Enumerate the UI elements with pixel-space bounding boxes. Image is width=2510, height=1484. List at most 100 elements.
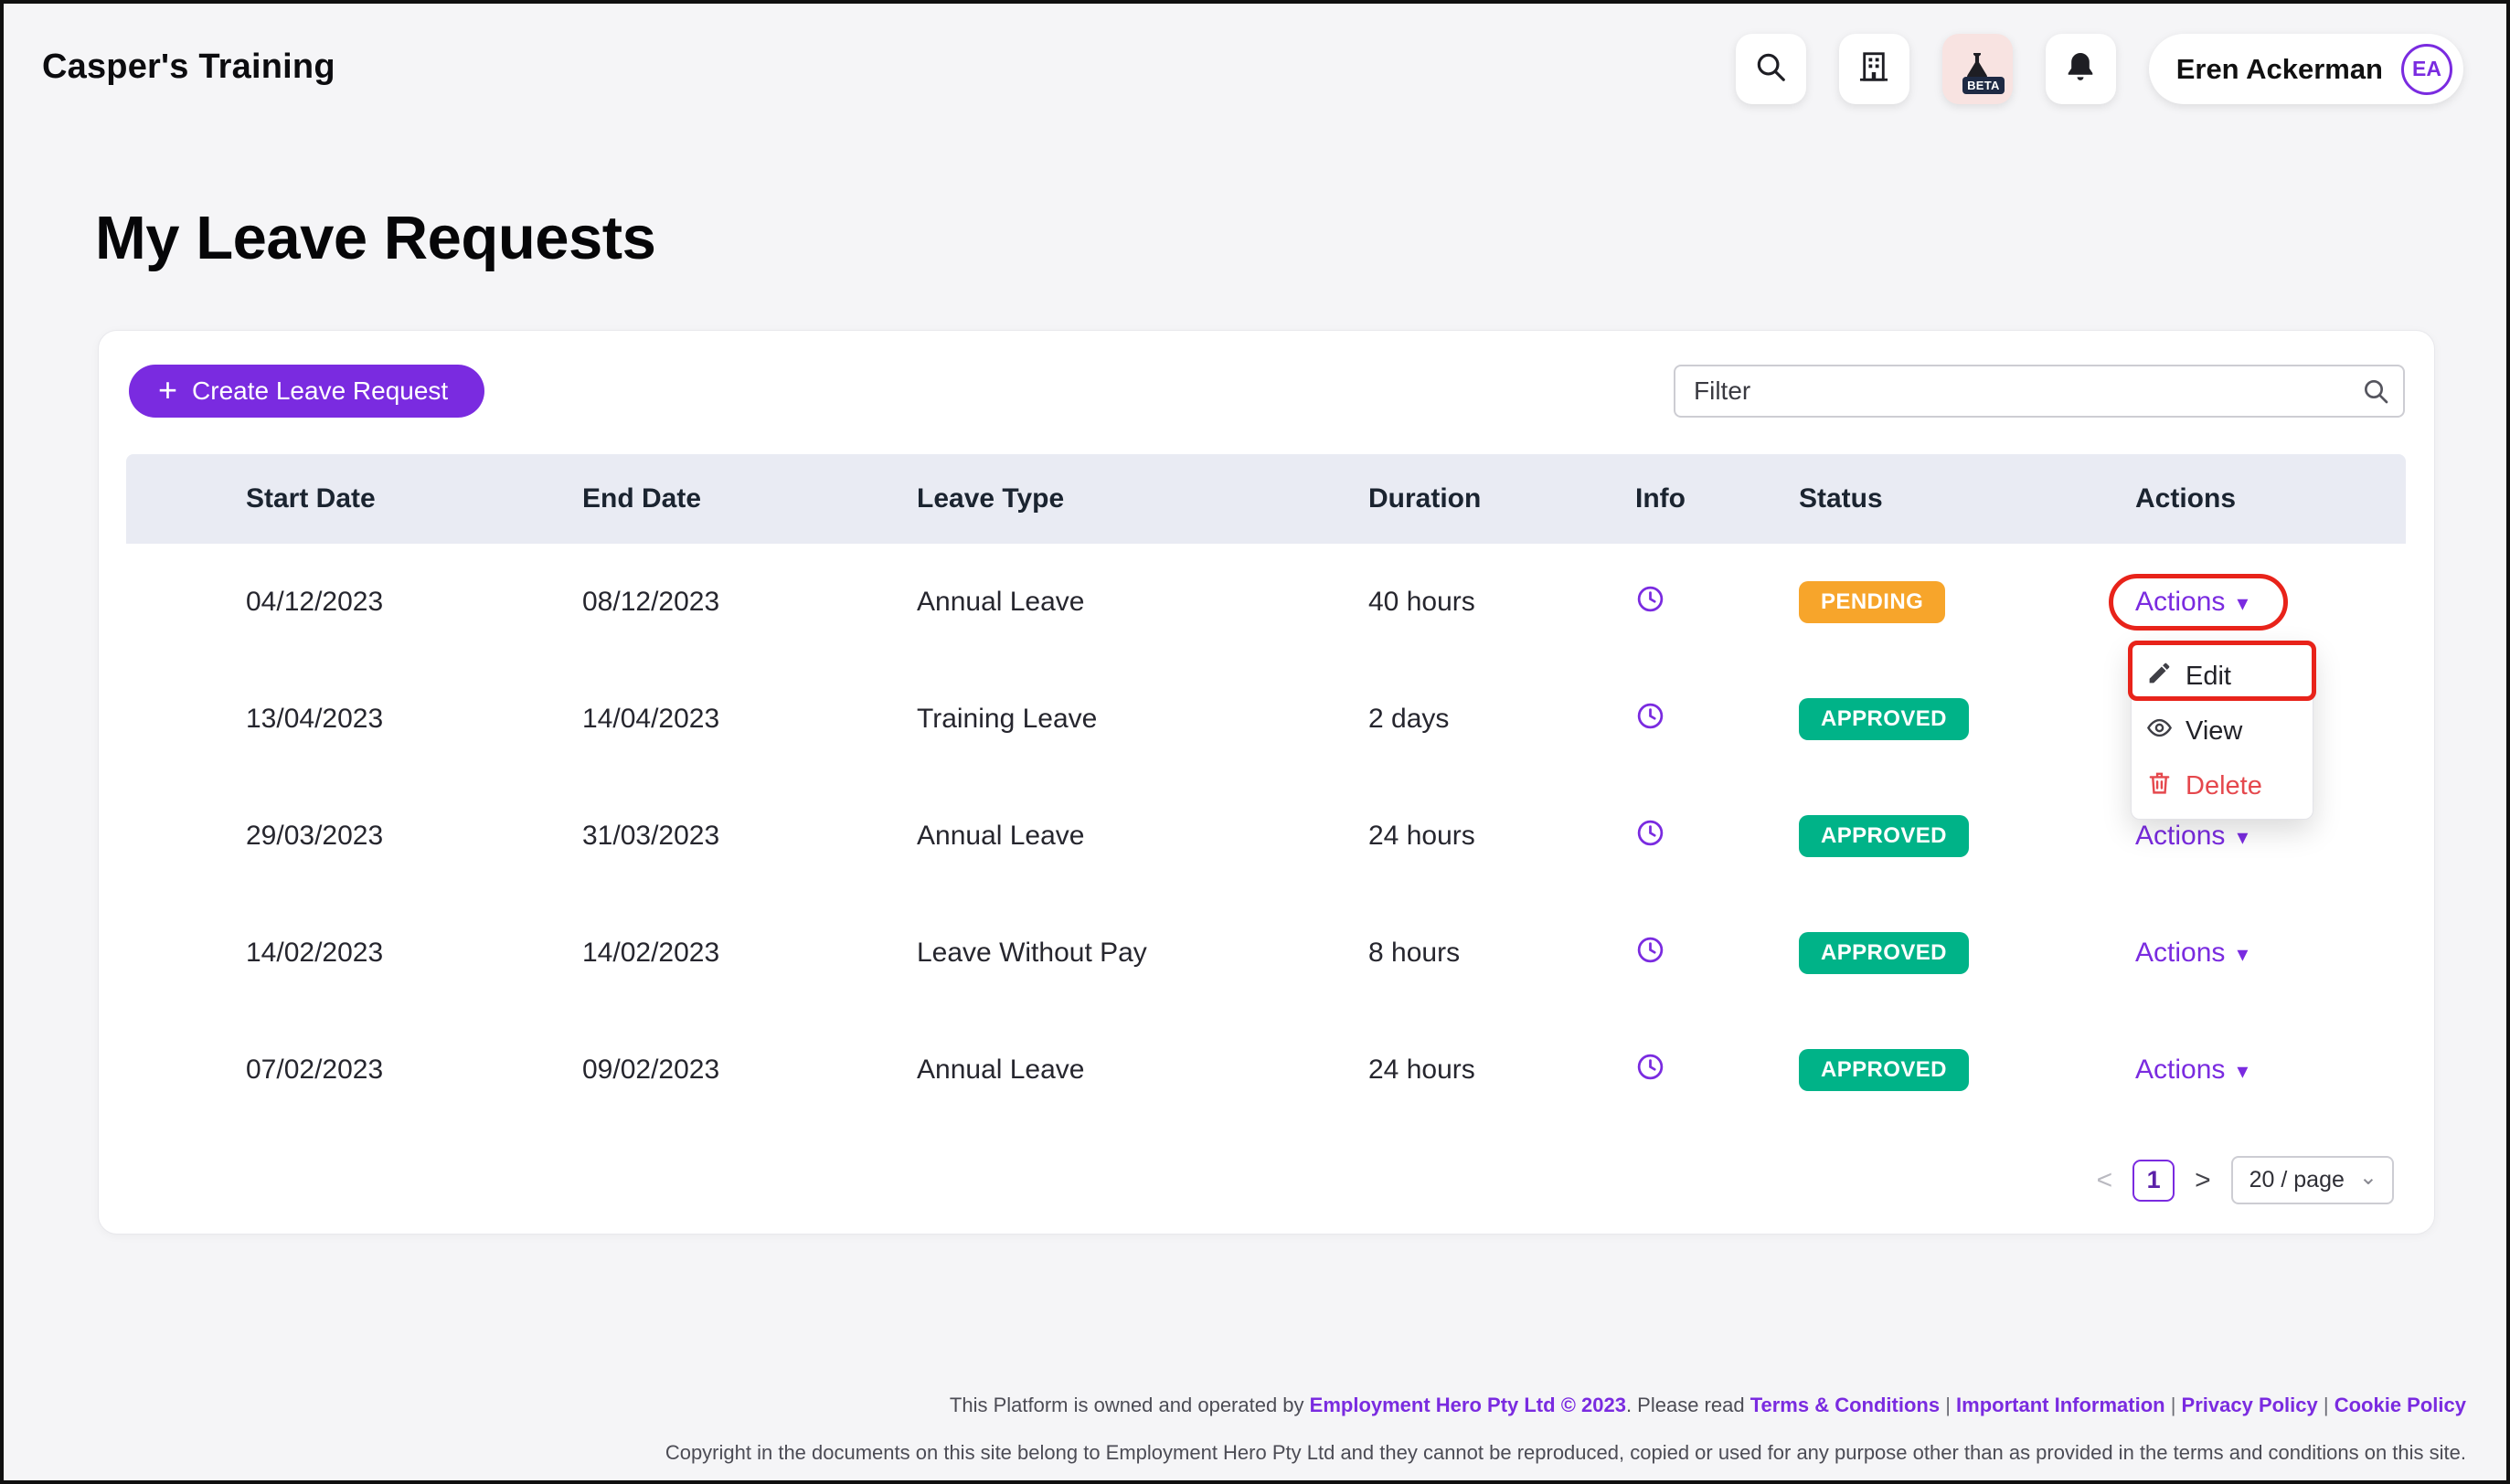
actions-label: Actions bbox=[2135, 587, 2225, 618]
cell-actions: Actions ▾ bbox=[2135, 587, 2406, 618]
table-row: 29/03/2023 31/03/2023 Annual Leave 24 ho… bbox=[126, 778, 2406, 895]
clock-info-icon[interactable] bbox=[1635, 818, 1665, 848]
cell-leave-type: Training Leave bbox=[917, 704, 1368, 735]
actions-label: Actions bbox=[2135, 821, 2225, 852]
footer-separator: | bbox=[2165, 1394, 2182, 1416]
chevron-down-icon: ▾ bbox=[2237, 944, 2248, 966]
pagination-next[interactable]: > bbox=[2195, 1165, 2211, 1196]
menu-item-view[interactable]: View bbox=[2132, 704, 2313, 758]
cell-end-date: 31/03/2023 bbox=[582, 821, 917, 852]
clock-info-icon[interactable] bbox=[1635, 935, 1665, 965]
menu-item-delete[interactable]: Delete bbox=[2132, 758, 2313, 813]
cell-leave-type: Annual Leave bbox=[917, 821, 1368, 852]
table-row: 07/02/2023 09/02/2023 Annual Leave 24 ho… bbox=[126, 1012, 2406, 1129]
status-badge: APPROVED bbox=[1799, 698, 1969, 740]
actions-dropdown-trigger[interactable]: Actions ▾ bbox=[2135, 1055, 2248, 1086]
company-button[interactable] bbox=[1839, 34, 1909, 104]
cell-end-date: 14/04/2023 bbox=[582, 704, 917, 735]
pagination: < 1 > 20 / page ⌄ bbox=[2097, 1156, 2394, 1204]
actions-dropdown-trigger[interactable]: Actions▾ bbox=[2135, 821, 2248, 852]
cell-status: APPROVED bbox=[1799, 1049, 2135, 1091]
cell-info bbox=[1635, 818, 1799, 855]
page: Casper's Training bbox=[0, 0, 2510, 1484]
user-menu[interactable]: Eren Ackerman EA bbox=[2149, 34, 2463, 104]
employment-hero-link[interactable]: Employment Hero Pty Ltd © 2023 bbox=[1310, 1394, 1626, 1416]
table-row: 04/12/2023 08/12/2023 Annual Leave 40 ho… bbox=[126, 544, 2406, 661]
cell-start-date: 04/12/2023 bbox=[246, 587, 582, 618]
cell-start-date: 13/04/2023 bbox=[246, 704, 582, 735]
cell-actions: Actions▾ bbox=[2135, 821, 2406, 852]
filter-wrap bbox=[1674, 365, 2405, 418]
cell-status: PENDING bbox=[1799, 581, 2135, 623]
page-title: My Leave Requests bbox=[95, 203, 655, 273]
status-badge: APPROVED bbox=[1799, 815, 1969, 857]
cell-duration: 2 days bbox=[1368, 704, 1635, 735]
cell-duration: 8 hours bbox=[1368, 938, 1635, 969]
search-button[interactable] bbox=[1736, 34, 1806, 104]
privacy-policy-link[interactable]: Privacy Policy bbox=[2182, 1394, 2318, 1416]
table-body: 04/12/2023 08/12/2023 Annual Leave 40 ho… bbox=[126, 544, 2406, 1129]
create-leave-request-button[interactable]: + Create Leave Request bbox=[129, 365, 484, 418]
cell-info bbox=[1635, 935, 1799, 972]
cell-actions: Actions ▾ bbox=[2135, 1055, 2406, 1086]
actions-dropdown-trigger[interactable]: Actions ▾ bbox=[2135, 587, 2248, 618]
important-information-link[interactable]: Important Information bbox=[1956, 1394, 2165, 1416]
cell-info bbox=[1635, 584, 1799, 621]
status-badge: APPROVED bbox=[1799, 1049, 1969, 1091]
cell-leave-type: Leave Without Pay bbox=[917, 938, 1368, 969]
footer: This Platform is owned and operated by E… bbox=[665, 1382, 2466, 1477]
building-icon bbox=[1856, 49, 1891, 89]
footer-text: This Platform is owned and operated by bbox=[950, 1394, 1310, 1416]
cell-status: APPROVED bbox=[1799, 932, 2135, 974]
avatar: EA bbox=[2401, 44, 2452, 95]
pagination-page-1[interactable]: 1 bbox=[2132, 1160, 2175, 1202]
menu-item-label: View bbox=[2186, 716, 2242, 747]
actions-dropdown-trigger[interactable]: Actions▾ bbox=[2135, 938, 2248, 969]
search-icon bbox=[2361, 376, 2390, 410]
actions-label: Actions bbox=[2135, 1055, 2225, 1086]
menu-item-edit[interactable]: Edit bbox=[2132, 649, 2313, 704]
column-header-start-date: Start Date bbox=[246, 483, 582, 514]
cell-info bbox=[1635, 701, 1799, 738]
app-title: Casper's Training bbox=[42, 48, 335, 87]
terms-conditions-link[interactable]: Terms & Conditions bbox=[1750, 1394, 1940, 1416]
footer-line-1: This Platform is owned and operated by E… bbox=[665, 1382, 2466, 1429]
cell-status: APPROVED bbox=[1799, 815, 2135, 857]
column-header-status: Status bbox=[1799, 483, 2135, 514]
beta-feature-button[interactable]: BETA bbox=[1942, 34, 2013, 104]
clock-info-icon[interactable] bbox=[1635, 701, 1665, 731]
chevron-down-icon: ⌄ bbox=[2359, 1164, 2377, 1191]
cell-end-date: 08/12/2023 bbox=[582, 587, 917, 618]
pagination-prev[interactable]: < bbox=[2097, 1165, 2113, 1196]
column-header-info: Info bbox=[1635, 483, 1799, 514]
beta-badge: BETA bbox=[1962, 77, 2005, 94]
trash-icon bbox=[2146, 769, 2173, 803]
cell-info bbox=[1635, 1052, 1799, 1089]
cookie-policy-link[interactable]: Cookie Policy bbox=[2335, 1394, 2466, 1416]
status-badge: APPROVED bbox=[1799, 932, 1969, 974]
chevron-down-icon: ▾ bbox=[2237, 593, 2248, 615]
cell-status: APPROVED bbox=[1799, 698, 2135, 740]
table-row: 13/04/2023 14/04/2023 Training Leave 2 d… bbox=[126, 661, 2406, 778]
cell-actions: Actions▾ bbox=[2135, 938, 2406, 969]
cell-start-date: 07/02/2023 bbox=[246, 1055, 582, 1086]
chevron-down-icon: ▾ bbox=[2237, 1061, 2248, 1083]
cell-leave-type: Annual Leave bbox=[917, 1055, 1368, 1086]
filter-input[interactable] bbox=[1674, 365, 2405, 418]
column-header-end-date: End Date bbox=[582, 483, 917, 514]
clock-info-icon[interactable] bbox=[1635, 584, 1665, 614]
cell-duration: 24 hours bbox=[1368, 821, 1635, 852]
bell-icon bbox=[2063, 49, 2098, 89]
clock-info-icon[interactable] bbox=[1635, 1052, 1665, 1082]
footer-line-2: Copyright in the documents on this site … bbox=[665, 1429, 2466, 1477]
top-actions: BETA Eren Ackerman EA bbox=[1736, 34, 2463, 104]
eye-icon bbox=[2146, 715, 2173, 748]
table-header: Start Date End Date Leave Type Duration … bbox=[126, 454, 2406, 544]
leave-requests-card: + Create Leave Request Start Date End Da… bbox=[98, 330, 2435, 1235]
plus-icon: + bbox=[158, 374, 177, 407]
page-size-value: 20 / page bbox=[2249, 1167, 2345, 1193]
menu-item-label: Delete bbox=[2186, 771, 2262, 801]
user-name: Eren Ackerman bbox=[2176, 53, 2383, 86]
notifications-button[interactable] bbox=[2046, 34, 2116, 104]
page-size-select[interactable]: 20 / page ⌄ bbox=[2231, 1156, 2394, 1204]
